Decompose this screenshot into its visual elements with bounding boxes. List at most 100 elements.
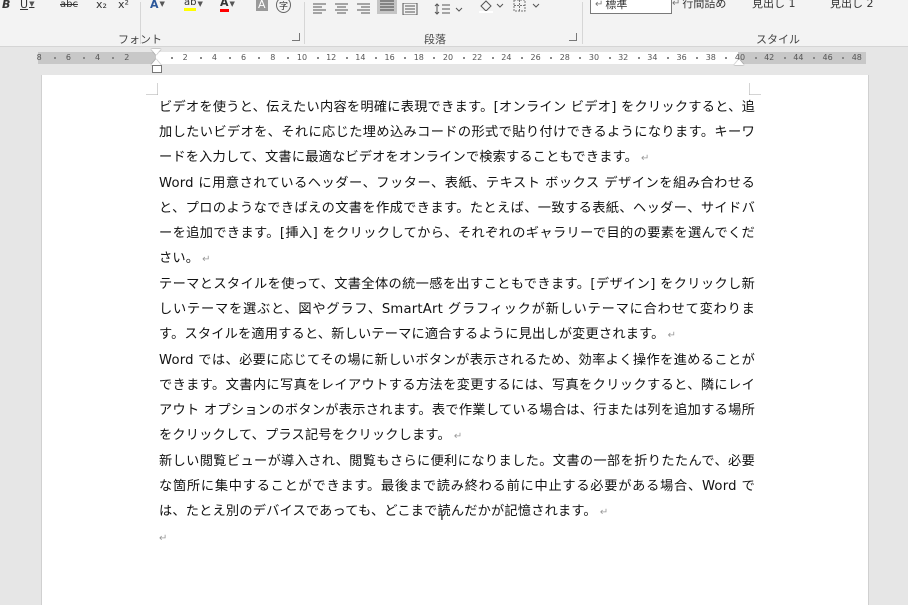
justify-button[interactable]: [377, 0, 397, 14]
ruler-tick-label: 18: [413, 53, 424, 62]
superscript-icon: x²: [118, 0, 129, 11]
strikethrough-button[interactable]: abc: [60, 0, 78, 11]
ruler-tick-label: 8: [270, 53, 276, 62]
shading-button[interactable]: [478, 0, 506, 13]
ruler-tick-mark: [229, 57, 231, 59]
ruler-tick-label: 14: [355, 53, 366, 62]
ruler-tick-mark: [667, 57, 669, 59]
document-body[interactable]: ビデオを使うと、伝えたい内容を明確に表現できます。[オンライン ビデオ] をクリ…: [159, 95, 755, 551]
borders-button[interactable]: [512, 0, 542, 12]
ruler-tick-mark: [637, 57, 640, 59]
ruler-tick-mark: [491, 57, 494, 59]
ruler-tick-mark: [345, 57, 348, 59]
paragraph-mark-icon: ↵: [599, 507, 609, 518]
ruler-tick-mark: [550, 57, 553, 59]
body-paragraph: テーマとスタイルを使って、文書全体の統一感を出すこともできます。[デザイン] を…: [159, 277, 755, 342]
ruler-tick-label: 16: [384, 53, 395, 62]
underline-button[interactable]: U ▼: [20, 0, 34, 11]
align-right-icon: [357, 3, 370, 14]
style-label: 見出し 1: [752, 0, 796, 10]
ruler-tick-mark: [521, 57, 523, 59]
ruler-tick-label: 4: [211, 53, 217, 62]
character-shading-button[interactable]: A: [256, 0, 268, 11]
style-heading-2[interactable]: 見出し 2: [830, 0, 874, 12]
body-paragraph: Word に用意されているヘッダー、フッター、表紙、テキスト ボックス デザイン…: [159, 176, 755, 266]
style-label: 行間詰め: [682, 0, 727, 10]
ruler-tick-label: 24: [501, 53, 512, 62]
font-group-label: フォント: [118, 33, 162, 46]
divider: [304, 2, 305, 44]
ruler-tick-mark: [287, 57, 290, 59]
align-left-icon: [313, 3, 326, 14]
subscript-icon: x₂: [96, 0, 107, 11]
ruler-tick-label: 22: [472, 53, 483, 62]
ruler-tick-mark: [375, 57, 377, 59]
ruler-tick-mark: [754, 57, 757, 59]
ruler-tick-label: 30: [588, 53, 600, 62]
paragraph-dialog-launcher-icon[interactable]: [569, 33, 577, 41]
superscript-button[interactable]: x²: [118, 0, 129, 11]
highlight-button[interactable]: ab ▼: [184, 0, 203, 11]
ruler-tick-label: 28: [559, 53, 570, 62]
right-indent-handle[interactable]: [734, 59, 744, 65]
character-shading-icon: A: [258, 0, 266, 11]
bold-icon: B: [2, 0, 11, 11]
ruler-tick-mark: [608, 57, 611, 59]
font-color-button[interactable]: A ▼: [220, 0, 235, 12]
ruler-tick-mark: [433, 57, 436, 59]
ruler-tick-mark: [696, 57, 699, 59]
ruler-tick-mark: [813, 57, 815, 59]
ruler-tick-label: 2: [182, 53, 188, 62]
horizontal-ruler[interactable]: 8 6 4 2 2 4 6 8 10 12 14 16 18 20 22 24 26 28 30 32 34 36 38 40…: [37, 49, 866, 73]
paragraph-mark-icon: ↵: [159, 533, 168, 544]
distributed-icon: [402, 2, 418, 16]
ruler-tick-mark: [199, 57, 202, 59]
font-color-icon: A: [220, 0, 229, 12]
paragraph-group-label: 段落: [424, 33, 446, 46]
paragraph-mark-icon: ↵: [595, 0, 604, 10]
ruler-tick-label: 46: [822, 53, 833, 62]
first-line-indent-handle[interactable]: [151, 49, 161, 55]
ruler-tick-label: 36: [676, 53, 687, 62]
ruler-tick-label: 48: [851, 53, 862, 62]
left-indent-handle[interactable]: [152, 65, 162, 73]
ruler-tick-mark: [579, 57, 582, 59]
ruler-tick-mark: [112, 57, 115, 59]
ruler-tick-label: 42: [764, 53, 775, 62]
paragraph-mark-icon: ↵: [672, 0, 681, 9]
subscript-button[interactable]: x₂: [96, 0, 107, 11]
bold-button[interactable]: B: [2, 0, 10, 11]
style-no-spacing[interactable]: ↵ 行間詰め: [672, 0, 726, 12]
font-dialog-launcher-icon[interactable]: [292, 33, 300, 41]
ruler-tick-mark: [783, 57, 786, 59]
align-right-button[interactable]: [356, 0, 372, 14]
ruler-tick-label: 44: [793, 53, 804, 62]
style-heading-1[interactable]: 見出し 1: [752, 0, 796, 12]
enclose-characters-button[interactable]: 字: [276, 0, 291, 13]
text-effects-button[interactable]: A ▼: [150, 0, 165, 11]
style-normal[interactable]: ↵ 標準: [590, 0, 672, 14]
ruler-tick-label: 32: [618, 53, 629, 62]
empty-paragraph: ↵: [159, 525, 755, 551]
justify-icon: [380, 0, 394, 11]
ruler-tick-mark: [462, 57, 465, 59]
distributed-button[interactable]: [402, 0, 418, 16]
enclose-characters-icon: 字: [278, 1, 288, 12]
align-center-button[interactable]: [334, 0, 350, 14]
paragraph-mark-icon: ↵: [453, 431, 463, 442]
ruler-tick-mark: [842, 57, 845, 59]
divider: [582, 2, 583, 44]
chevron-down-icon: ▼: [159, 0, 165, 8]
line-spacing-icon: [434, 3, 463, 15]
ruler-tick-label: 26: [530, 53, 541, 62]
ruler-tick-mark: [53, 57, 56, 59]
align-left-button[interactable]: [312, 0, 328, 14]
crop-mark-top-left: [146, 83, 158, 95]
chevron-down-icon: ▼: [29, 0, 35, 8]
body-paragraph: Word では、必要に応じてその場に新しいボタンが表示されるため、効率よく操作を…: [159, 353, 755, 443]
ruler-tick-label: 12: [326, 53, 337, 62]
body-paragraph: 新しい閲覧ビューが導入され、閲覧もさらに便利になりました。文書の一部を折りたたん…: [159, 454, 755, 519]
ibeam-cursor-icon: I: [440, 509, 444, 524]
document-page[interactable]: ビデオを使うと、伝えたい内容を明確に表現できます。[オンライン ビデオ] をクリ…: [41, 75, 869, 605]
line-spacing-button[interactable]: [434, 0, 464, 15]
